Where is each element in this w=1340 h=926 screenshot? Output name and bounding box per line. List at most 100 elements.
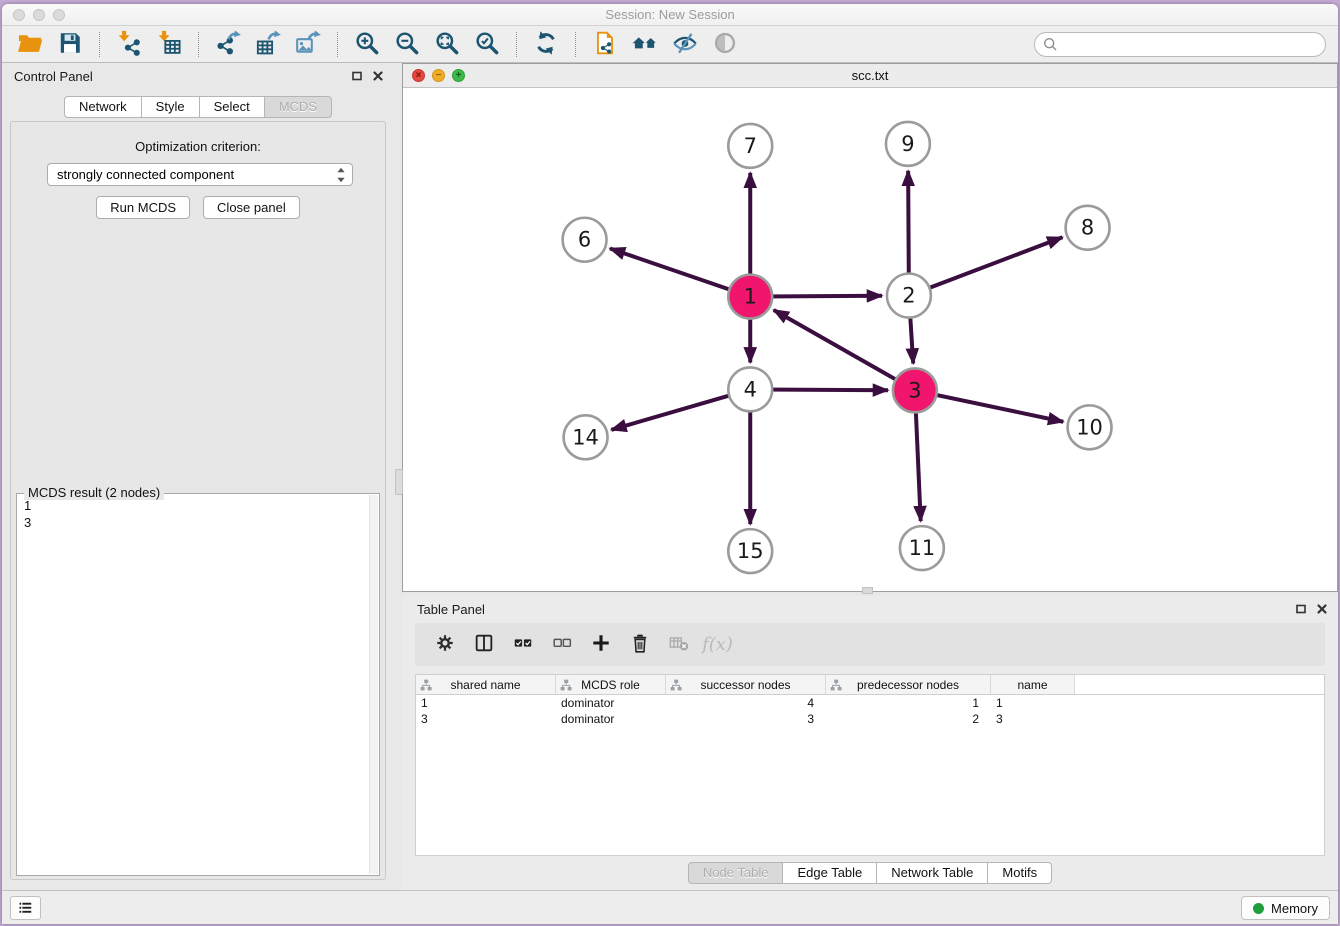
show-columns-button[interactable] — [467, 629, 500, 661]
export-network-button[interactable] — [213, 29, 243, 59]
network-close-button[interactable]: × — [412, 69, 425, 82]
memory-button[interactable]: Memory — [1241, 896, 1330, 920]
tab-node-table[interactable]: Node Table — [688, 862, 784, 884]
node-14[interactable]: 14 — [564, 415, 608, 459]
criterion-selected-value: strongly connected component — [57, 167, 234, 182]
delete-table-button[interactable] — [662, 629, 695, 661]
table-row[interactable]: 1dominator411 — [416, 695, 1324, 711]
save-session-button[interactable] — [55, 29, 85, 59]
export-image-button[interactable] — [293, 29, 323, 59]
new-network-from-selection-button[interactable] — [590, 29, 620, 59]
edge-3-1[interactable] — [774, 310, 915, 390]
node-10[interactable]: 10 — [1068, 405, 1112, 449]
table-settings-button[interactable] — [428, 629, 461, 661]
network-graph: 7 9 6 8 1 2 4 3 14 10 15 11 — [403, 88, 1337, 591]
column-label: MCDS role — [581, 678, 640, 692]
tab-edge-table[interactable]: Edge Table — [783, 862, 877, 884]
export-table-button[interactable] — [253, 29, 283, 59]
close-window-button[interactable] — [13, 9, 25, 21]
first-neighbors-button[interactable] — [630, 29, 660, 59]
tab-motifs[interactable]: Motifs — [988, 862, 1052, 884]
node-1[interactable]: 1 — [728, 275, 772, 319]
node-15[interactable]: 15 — [728, 529, 772, 573]
tab-mcds[interactable]: MCDS — [265, 96, 332, 118]
column-header-name[interactable]: name — [991, 675, 1075, 694]
clone-network-icon — [592, 30, 618, 59]
node-8[interactable]: 8 — [1066, 206, 1110, 250]
result-scrollbar[interactable] — [369, 495, 378, 874]
toolbar-separator — [198, 32, 199, 57]
table-panel-close-button[interactable] — [1315, 602, 1329, 616]
node-6[interactable]: 6 — [563, 218, 607, 262]
tab-style[interactable]: Style — [142, 96, 200, 118]
create-column-button[interactable] — [584, 629, 617, 661]
delete-columns-button[interactable] — [623, 629, 656, 661]
network-minimize-button[interactable]: − — [432, 69, 445, 82]
node-label: 8 — [1081, 216, 1094, 240]
hide-selected-button[interactable] — [670, 29, 700, 59]
task-history-button[interactable] — [10, 896, 41, 920]
window-title: Session: New Session — [2, 4, 1338, 26]
function-builder-button[interactable]: f(x) — [701, 629, 734, 661]
search-input[interactable] — [1034, 32, 1326, 57]
node-label: 3 — [908, 378, 921, 402]
mcds-buttons-row: Run MCDS Close panel — [11, 196, 385, 219]
checks-icon — [512, 632, 534, 657]
export-network-icon — [215, 30, 241, 59]
toolbar-separator — [516, 32, 517, 57]
node-11[interactable]: 11 — [900, 526, 944, 570]
maximize-window-button[interactable] — [53, 9, 65, 21]
zoom-out-button[interactable] — [392, 29, 422, 59]
node-4[interactable]: 4 — [728, 367, 772, 411]
node-9[interactable]: 9 — [886, 122, 930, 166]
node-2[interactable]: 2 — [887, 274, 931, 318]
eye-disabled-icon — [712, 30, 738, 59]
table-panel-float-button[interactable] — [1294, 602, 1308, 616]
tab-network[interactable]: Network — [64, 96, 142, 118]
tab-network-table[interactable]: Network Table — [877, 862, 988, 884]
node-7[interactable]: 7 — [728, 124, 772, 168]
plus-icon — [590, 632, 612, 657]
homes-icon — [632, 30, 658, 59]
zoom-in-button[interactable] — [352, 29, 382, 59]
control-panel: Control Panel NetworkStyleSelectMCDS Opt… — [2, 63, 394, 890]
minimize-window-button[interactable] — [33, 9, 45, 21]
unselect-all-columns-button[interactable] — [545, 629, 578, 661]
run-mcds-button[interactable]: Run MCDS — [96, 196, 190, 219]
node-label: 15 — [737, 539, 764, 563]
toolbar-separator — [337, 32, 338, 57]
mcds-result-group: MCDS result (2 nodes) 13 — [16, 493, 380, 876]
open-session-button[interactable] — [15, 29, 45, 59]
node-label: 4 — [744, 377, 757, 401]
node-3[interactable]: 3 — [893, 368, 937, 412]
column-header-mcds-role[interactable]: MCDS role — [556, 675, 666, 694]
network-canvas[interactable]: 7 9 6 8 1 2 4 3 14 10 15 11 — [403, 88, 1337, 591]
zoom-in-icon — [354, 30, 380, 59]
close-panel-button[interactable]: Close panel — [203, 196, 300, 219]
canvas-splitter-handle[interactable] — [862, 587, 873, 594]
tab-select[interactable]: Select — [200, 96, 265, 118]
column-header-shared-name[interactable]: shared name — [416, 675, 556, 694]
import-network-button[interactable] — [114, 29, 144, 59]
column-header-successor-nodes[interactable]: successor nodes — [666, 675, 826, 694]
folder-icon — [17, 30, 43, 59]
column-label: predecessor nodes — [857, 678, 959, 692]
control-panel-float-button[interactable] — [350, 69, 364, 83]
table-panel: Table Panel f(x) shared nameMCDS rolesuc… — [402, 596, 1338, 890]
edge-2-8[interactable] — [909, 237, 1062, 295]
show-hidden-button[interactable] — [710, 29, 740, 59]
control-panel-close-button[interactable] — [371, 69, 385, 83]
apply-layout-button[interactable] — [531, 29, 561, 59]
column-header-predecessor-nodes[interactable]: predecessor nodes — [826, 675, 991, 694]
panel-splitter-handle[interactable] — [395, 469, 403, 495]
zoom-selected-button[interactable] — [472, 29, 502, 59]
network-maximize-button[interactable]: + — [452, 69, 465, 82]
mcds-result-text[interactable]: 13 — [18, 495, 368, 874]
node-label: 7 — [744, 134, 757, 158]
zoom-fit-button[interactable] — [432, 29, 462, 59]
cell-name: 1 — [991, 695, 1075, 711]
import-table-button[interactable] — [154, 29, 184, 59]
select-all-columns-button[interactable] — [506, 629, 539, 661]
table-row[interactable]: 3dominator323 — [416, 711, 1324, 727]
criterion-select[interactable]: strongly connected component — [47, 163, 353, 186]
